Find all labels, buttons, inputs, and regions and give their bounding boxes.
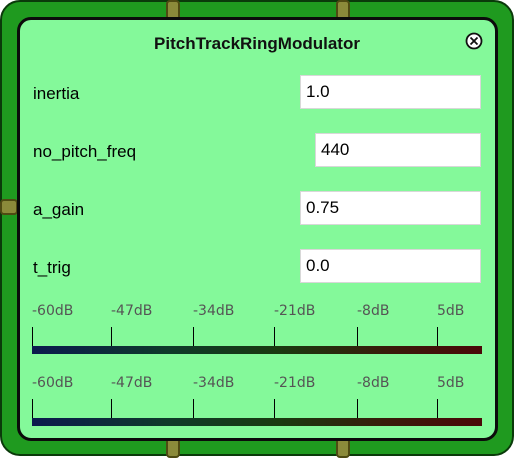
meter-tick <box>32 399 33 418</box>
meter-tick <box>437 327 438 346</box>
meter-tick <box>193 399 194 418</box>
meter-scale-label: -60dB <box>32 375 74 391</box>
meter-tick <box>357 399 358 418</box>
meter-scale-label: -8dB <box>357 303 390 319</box>
no-pitch-freq-input[interactable] <box>315 133 481 167</box>
meter-scale-label: -21dB <box>274 375 316 391</box>
param-label-t-trig: t_trig <box>33 258 71 277</box>
meter-tick <box>274 399 275 418</box>
param-label-inertia: inertia <box>33 84 80 103</box>
meter-scale-label: 5dB <box>437 303 465 319</box>
inertia-input[interactable] <box>300 75 481 109</box>
meter-scale-label: -47dB <box>111 375 153 391</box>
close-icon[interactable] <box>465 32 483 50</box>
left-connector[interactable] <box>0 199 18 215</box>
meter-tick <box>357 327 358 346</box>
meter-tick <box>32 327 33 346</box>
meter-scale-label: -34dB <box>193 303 235 319</box>
meter-bar <box>32 346 482 354</box>
meter-scale-label: -60dB <box>32 303 74 319</box>
t-trig-input[interactable] <box>300 249 481 283</box>
a-gain-input[interactable] <box>300 191 481 225</box>
meter-tick <box>111 399 112 418</box>
level-meter-1: -60dB -47dB -34dB -21dB -8dB 5dB <box>32 303 482 363</box>
meter-tick <box>111 327 112 346</box>
meter-tick <box>193 327 194 346</box>
meter-scale-label: 5dB <box>437 375 465 391</box>
level-meter-2: -60dB -47dB -34dB -21dB -8dB 5dB <box>32 375 482 435</box>
meter-scale-label: -47dB <box>111 303 153 319</box>
meter-scale-label: -34dB <box>193 375 235 391</box>
param-label-no-pitch-freq: no_pitch_freq <box>33 142 137 161</box>
meter-scale-label: -8dB <box>357 375 390 391</box>
meter-bar <box>32 418 482 426</box>
meter-tick <box>274 327 275 346</box>
meter-tick <box>437 399 438 418</box>
param-label-a-gain: a_gain <box>33 200 85 219</box>
meter-scale-label: -21dB <box>274 303 316 319</box>
window-title: PitchTrackRingModulator <box>154 34 360 53</box>
